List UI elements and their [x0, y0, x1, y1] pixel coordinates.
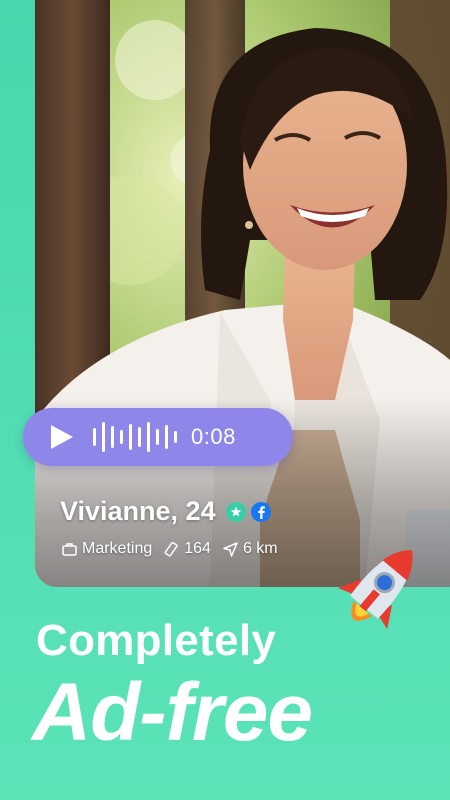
profile-name-age: Vivianne, 24 — [60, 496, 216, 526]
voice-duration: 0:08 — [191, 424, 236, 449]
count-label: 164 — [184, 540, 211, 557]
play-icon — [51, 425, 73, 449]
audio-waveform — [93, 420, 177, 454]
facebook-badge — [250, 501, 271, 522]
ruler-icon — [164, 541, 178, 557]
distance-meta: 6 km — [223, 540, 278, 558]
rocket-icon — [338, 549, 413, 630]
distance-label: 6 km — [242, 540, 278, 557]
job-label: Marketing — [82, 540, 153, 557]
briefcase-icon — [62, 543, 77, 556]
profile-meta-row: Marketing 164 6 km — [62, 540, 290, 558]
facebook-icon — [257, 505, 265, 519]
headline-line-1: Completely — [36, 616, 277, 665]
count-meta: 164 — [164, 540, 211, 558]
play-button[interactable] — [45, 420, 79, 454]
star-icon — [230, 506, 241, 517]
headline-line-2: Ad-free — [32, 667, 313, 758]
location-arrow-icon — [223, 541, 238, 557]
voice-message-player[interactable]: 0:08 — [23, 408, 293, 466]
profile-name-row: Vivianne, 24 — [60, 496, 271, 527]
job-meta: Marketing — [62, 540, 152, 558]
verified-star-badge — [225, 501, 246, 522]
